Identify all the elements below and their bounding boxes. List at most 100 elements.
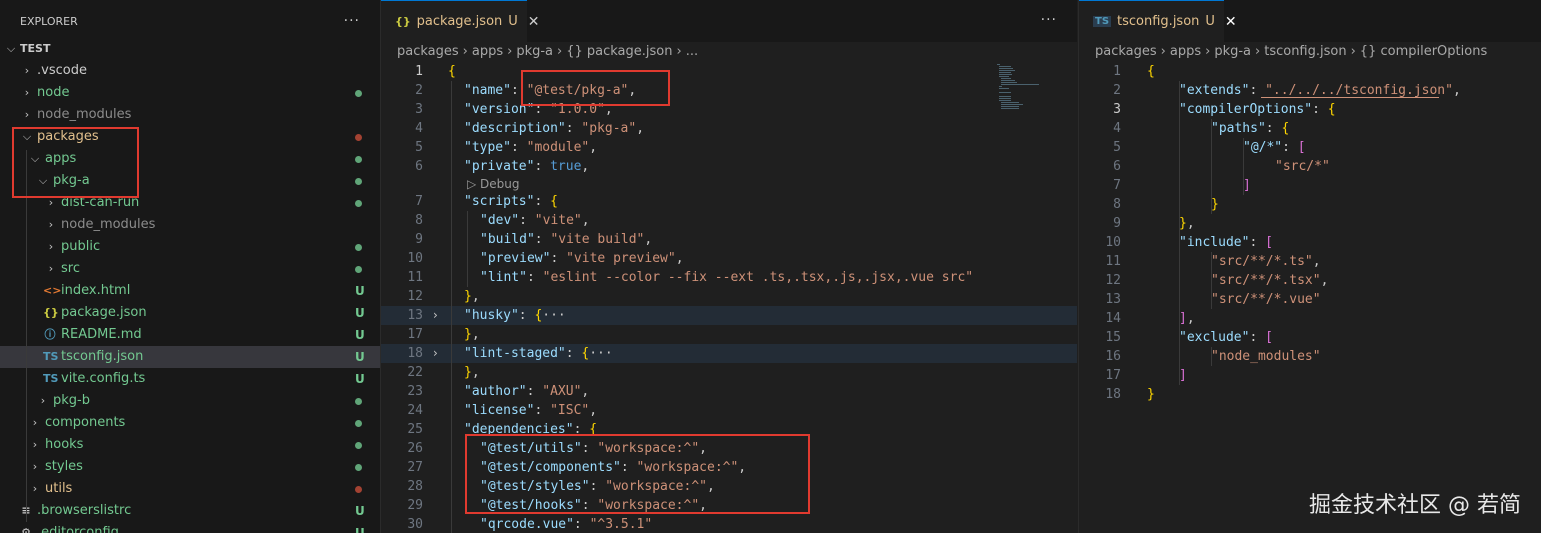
codelens-debug[interactable]: ▷ Debug (381, 176, 1077, 192)
code-text: ] (1243, 178, 1251, 193)
tree-item-label: pkg-b (53, 393, 90, 408)
line-number: 5 (415, 140, 423, 155)
close-icon[interactable]: ✕ (528, 14, 540, 30)
line-number: 17 (407, 327, 423, 342)
line-number: 11 (407, 270, 423, 285)
tab-package-json[interactable]: {} package.json U ✕ (381, 0, 540, 42)
link-underline (1261, 97, 1439, 98)
tree-root-test[interactable]: ⌵ TEST (0, 38, 380, 60)
tree-folder[interactable]: › node_modules (0, 104, 380, 126)
line-number: 18 (1105, 387, 1121, 402)
line-number: 10 (1105, 235, 1121, 250)
breadcrumb-separator: › (557, 44, 563, 59)
close-icon[interactable]: ✕ (1225, 14, 1237, 30)
explorer-sidebar: EXPLORER ··· ⌵ TEST › .vscode › node › node_m… (0, 0, 381, 533)
tree-folder[interactable]: › components (0, 412, 380, 434)
tree-file[interactable]: <> index.html U (0, 280, 380, 302)
chevron-right-icon[interactable]: › (433, 344, 438, 363)
breadcrumb-item[interactable]: apps (472, 44, 503, 59)
code-line: 1{ (381, 62, 1077, 81)
indent-guide (1243, 138, 1244, 195)
tree-item-label: index.html (61, 283, 131, 298)
git-status-badge: U (355, 350, 365, 364)
tree-file[interactable]: TS vite.config.ts U (0, 368, 380, 390)
tree-folder[interactable]: › public (0, 236, 380, 258)
code-text: "node_modules" (1211, 349, 1321, 364)
git-status-dot (355, 486, 362, 493)
line-number: 22 (407, 365, 423, 380)
breadcrumb-item[interactable]: {} compilerOptions (1360, 44, 1487, 59)
code-text: "lint": "eslint --color --fix --ext .ts,… (480, 270, 974, 285)
tab-tsconfig-json[interactable]: TS tsconfig.json U ✕ (1079, 0, 1237, 42)
git-status-dot (355, 134, 362, 141)
tree-folder[interactable]: › node_modules (0, 214, 380, 236)
tree-folder[interactable]: › styles (0, 456, 380, 478)
line-number: 6 (415, 159, 423, 174)
chevron-down-icon: ⌵ (6, 42, 16, 55)
code-line: 3 "version": "1.0.0", (381, 100, 1077, 119)
code-line: 8} (1079, 195, 1541, 214)
breadcrumb-item[interactable]: {} package.json (566, 44, 672, 59)
breadcrumb-item[interactable]: packages (397, 44, 459, 59)
tree-item-label: components (45, 415, 126, 430)
code-text: ], (1179, 311, 1195, 326)
tree-item-label: .browserslistrc (37, 503, 132, 518)
git-status-badge: U (355, 372, 365, 386)
code-line: 10 "include": [ (1079, 233, 1541, 252)
explorer-more-icon[interactable]: ··· (344, 13, 360, 29)
minimap[interactable] (995, 62, 1041, 122)
chevron-right-icon: › (40, 394, 46, 407)
indent-guide (1211, 252, 1212, 309)
breadcrumb-item[interactable]: pkg-a (516, 44, 553, 59)
tree-folder[interactable]: › node (0, 82, 380, 104)
code-line: 5 "type": "module", (381, 138, 1077, 157)
tree-folder[interactable]: › src (0, 258, 380, 280)
tree-folder[interactable]: › .vscode (0, 60, 380, 82)
code-text: { (1147, 64, 1155, 79)
code-text: "exclude": [ (1179, 330, 1273, 345)
line-number: 18 (407, 346, 423, 361)
codelens-label: ▷ Debug (467, 177, 520, 191)
tree-item-label: public (61, 239, 101, 254)
breadcrumb-item[interactable]: apps (1170, 44, 1201, 59)
chevron-right-icon[interactable]: › (433, 306, 438, 325)
line-number: 23 (407, 384, 423, 399)
tree-file[interactable]: ⚙ .editorconfig U (0, 522, 380, 533)
tree-folder[interactable]: › pkg-b (0, 390, 380, 412)
code-line: 12}, (381, 287, 1077, 306)
code-text: } (1147, 387, 1155, 402)
breadcrumb-item[interactable]: tsconfig.json (1264, 44, 1346, 59)
code-line: 18 › "lint-staged": {··· (381, 344, 1077, 363)
code-line: 11 "lint": "eslint --color --fix --ext .t… (381, 268, 1077, 287)
code-text: "author": "AXU", (464, 384, 590, 399)
code-area[interactable]: 1{2 "extends": "../../../tsconfig.json", 3… (1079, 62, 1541, 404)
code-text: "paths": { (1211, 121, 1290, 136)
line-number: 5 (1113, 140, 1121, 155)
chevron-right-icon: › (48, 262, 54, 275)
code-line: 17] (1079, 366, 1541, 385)
editor-more-icon[interactable]: ··· (1041, 12, 1057, 28)
annotation-box-name (521, 70, 670, 106)
indent-guide (1179, 81, 1180, 385)
code-text: "src/**/*.vue" (1211, 292, 1321, 307)
breadcrumb-item[interactable]: pkg-a (1214, 44, 1251, 59)
tree-file[interactable]: TS tsconfig.json U (0, 346, 380, 368)
breadcrumb-item[interactable]: packages (1095, 44, 1157, 59)
chevron-right-icon: › (48, 218, 54, 231)
code-line: 4 "description": "pkg-a", (381, 119, 1077, 138)
tree-folder[interactable]: › utils (0, 478, 380, 500)
tree-file[interactable]: ≡.browserslistrcU (0, 500, 380, 522)
code-line: 23 "author": "AXU", (381, 382, 1077, 401)
tree-item-label: tsconfig.json (61, 349, 144, 364)
tree-file[interactable]: ⓘ README.md U (0, 324, 380, 346)
line-number: 1 (415, 64, 423, 79)
code-line: 9 "build": "vite build", (381, 230, 1077, 249)
tree-folder[interactable]: › hooks (0, 434, 380, 456)
breadcrumb-separator: › (507, 44, 513, 59)
git-status-dot (355, 200, 362, 207)
git-status-dot (355, 266, 362, 273)
git-status-badge: U (355, 526, 365, 533)
tree-file[interactable]: {} package.json U (0, 302, 380, 324)
tree-item-label: styles (45, 459, 83, 474)
breadcrumb-item[interactable]: ... (686, 44, 698, 59)
